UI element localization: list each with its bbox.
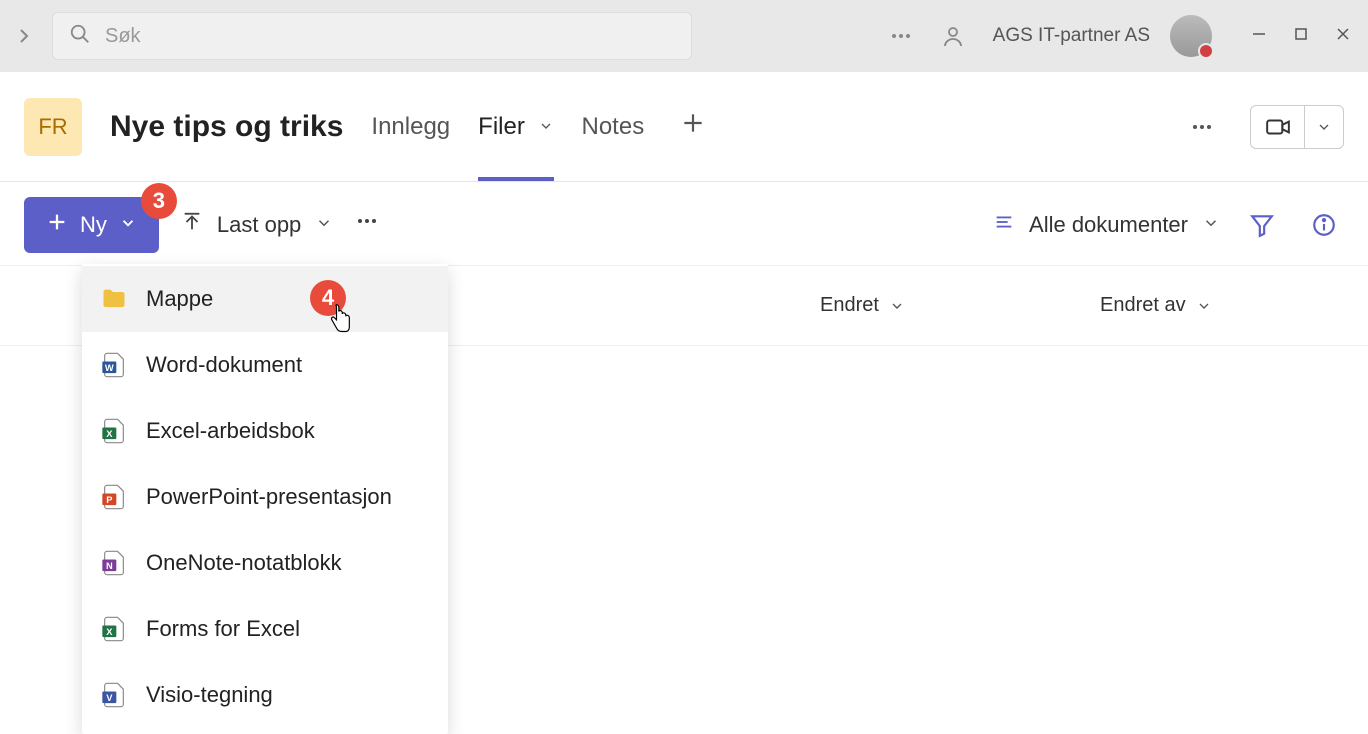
powerpoint-icon: P bbox=[100, 482, 128, 512]
more-icon[interactable] bbox=[881, 16, 921, 56]
search-box[interactable] bbox=[52, 12, 692, 60]
search-icon bbox=[69, 23, 91, 50]
dropdown-item-label: Excel-arbeidsbok bbox=[146, 418, 315, 444]
title-bar: AGS IT-partner AS bbox=[0, 0, 1368, 72]
svg-text:V: V bbox=[106, 693, 113, 703]
add-tab-button[interactable] bbox=[680, 110, 706, 144]
info-icon[interactable] bbox=[1304, 205, 1344, 245]
org-name: AGS IT-partner AS bbox=[993, 25, 1150, 47]
svg-text:N: N bbox=[106, 561, 113, 571]
toolbar-more-icon[interactable] bbox=[355, 209, 379, 240]
dropdown-item-word[interactable]: W Word-dokument bbox=[82, 332, 448, 398]
chevron-down-icon bbox=[119, 212, 137, 238]
annotation-badge-3: 3 bbox=[141, 183, 177, 219]
chevron-down-icon bbox=[538, 118, 554, 138]
minimize-button[interactable] bbox=[1252, 27, 1266, 46]
plus-icon bbox=[46, 211, 68, 239]
view-label: Alle dokumenter bbox=[1029, 212, 1188, 238]
filter-icon[interactable] bbox=[1242, 205, 1282, 245]
people-icon[interactable] bbox=[933, 16, 973, 56]
channel-header: FR Nye tips og triks Innlegg Filer Notes bbox=[0, 72, 1368, 182]
upload-label: Last opp bbox=[217, 212, 301, 238]
maximize-button[interactable] bbox=[1294, 27, 1308, 46]
column-modified[interactable]: Endret bbox=[820, 294, 1100, 317]
chevron-down-icon bbox=[1202, 212, 1220, 238]
word-icon: W bbox=[100, 350, 128, 380]
search-input[interactable] bbox=[105, 25, 675, 48]
meet-chevron[interactable] bbox=[1305, 106, 1343, 148]
meet-button[interactable] bbox=[1251, 106, 1305, 148]
dropdown-item-excel[interactable]: X Excel-arbeidsbok bbox=[82, 398, 448, 464]
onenote-icon: N bbox=[100, 548, 128, 578]
new-dropdown: Mappe 4 W Word-dokument X Excel-arbeidsb… bbox=[82, 264, 448, 734]
list-icon bbox=[993, 211, 1015, 239]
channel-avatar: FR bbox=[24, 98, 82, 156]
close-button[interactable] bbox=[1336, 27, 1350, 46]
dropdown-item-label: Forms for Excel bbox=[146, 616, 300, 642]
column-modified-by-label: Endret av bbox=[1100, 294, 1186, 317]
files-toolbar: Ny 3 Last opp Alle dokumenter bbox=[0, 184, 1368, 266]
column-modified-by[interactable]: Endret av bbox=[1100, 294, 1340, 317]
window-controls bbox=[1252, 27, 1350, 46]
meet-button-group bbox=[1250, 105, 1344, 149]
column-modified-label: Endret bbox=[820, 294, 879, 317]
svg-text:X: X bbox=[106, 429, 113, 439]
presence-busy-icon bbox=[1198, 43, 1214, 59]
dropdown-item-visio[interactable]: V Visio-tegning bbox=[82, 662, 448, 728]
tab-posts[interactable]: Innlegg bbox=[371, 103, 450, 151]
excel-icon: X bbox=[100, 614, 128, 644]
upload-button[interactable]: Last opp bbox=[181, 211, 333, 239]
folder-icon bbox=[100, 284, 128, 314]
dropdown-item-folder[interactable]: Mappe 4 bbox=[82, 266, 448, 332]
annotation-badge-4: 4 bbox=[310, 280, 346, 316]
dropdown-item-onenote[interactable]: N OneNote-notatblokk bbox=[82, 530, 448, 596]
dropdown-item-label: Visio-tegning bbox=[146, 682, 273, 708]
svg-text:W: W bbox=[105, 363, 114, 373]
dropdown-item-forms-excel[interactable]: X Forms for Excel bbox=[82, 596, 448, 662]
avatar[interactable] bbox=[1170, 15, 1212, 57]
channel-more-icon[interactable] bbox=[1182, 107, 1222, 147]
dropdown-item-powerpoint[interactable]: P PowerPoint-presentasjon bbox=[82, 464, 448, 530]
svg-text:P: P bbox=[106, 495, 112, 505]
excel-icon: X bbox=[100, 416, 128, 446]
dropdown-item-label: Mappe bbox=[146, 286, 213, 312]
tab-files[interactable]: Filer bbox=[478, 103, 553, 151]
dropdown-item-label: PowerPoint-presentasjon bbox=[146, 484, 392, 510]
view-switcher[interactable]: Alle dokumenter bbox=[993, 211, 1220, 239]
svg-text:X: X bbox=[106, 627, 113, 637]
nav-forward-icon[interactable] bbox=[8, 20, 40, 52]
dropdown-item-label: Word-dokument bbox=[146, 352, 302, 378]
visio-icon: V bbox=[100, 680, 128, 710]
upload-icon bbox=[181, 211, 203, 239]
new-button[interactable]: Ny 3 bbox=[24, 197, 159, 253]
tab-notes[interactable]: Notes bbox=[582, 103, 645, 151]
tab-files-label: Filer bbox=[478, 113, 525, 140]
new-button-label: Ny bbox=[80, 212, 107, 238]
chevron-down-icon bbox=[315, 212, 333, 238]
dropdown-item-label: OneNote-notatblokk bbox=[146, 550, 342, 576]
channel-title: Nye tips og triks bbox=[110, 110, 343, 144]
